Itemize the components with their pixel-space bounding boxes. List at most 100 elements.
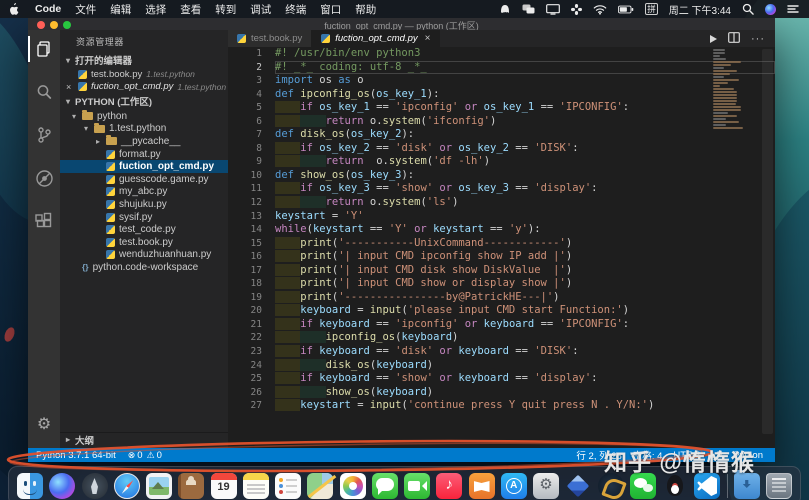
menu-clock[interactable]: 周二 下午3:44	[669, 2, 731, 17]
dock-siri-icon[interactable]	[49, 473, 76, 499]
dock-virtualbox-icon[interactable]	[565, 473, 591, 499]
dock-wechat-icon[interactable]	[629, 473, 656, 499]
messages-status-icon[interactable]	[522, 4, 535, 15]
debug-icon[interactable]	[33, 167, 55, 189]
dock-finder-icon[interactable]	[17, 473, 43, 499]
open-editor-item-0[interactable]: test.book.py 1.test.python	[60, 68, 228, 81]
code-line-6[interactable]: 6 return o.system('ifconfig')	[228, 114, 775, 129]
menu-item-7[interactable]: 窗口	[320, 2, 341, 17]
dock-contacts-icon[interactable]	[178, 473, 205, 499]
code-line-22[interactable]: 22 ipconfig_os(keyboard)	[228, 331, 775, 345]
code-line-11[interactable]: 11 if os_key_3 == 'show' or os_key_3 == …	[228, 182, 775, 196]
split-editor-icon[interactable]	[728, 30, 740, 48]
tree-item-12[interactable]: {} python.code-workspace	[60, 261, 228, 274]
python-interpreter-status[interactable]: Python 3.7.1 64-bit	[36, 450, 116, 461]
menu-item-6[interactable]: 终端	[285, 2, 306, 17]
outline-section[interactable]: ▸ 大纲	[60, 432, 228, 447]
menu-item-4[interactable]: 转到	[215, 2, 236, 17]
explorer-icon[interactable]	[28, 36, 55, 62]
code-line-24[interactable]: 24 disk_os(keyboard)	[228, 358, 775, 373]
code-line-2[interactable]: 2 #! _*_ coding: utf-8 _*_	[228, 61, 775, 75]
status-item-1[interactable]: 空格: 4	[633, 448, 663, 462]
dock-app-store-icon[interactable]	[500, 473, 527, 499]
tree-item-7[interactable]: shujuku.py	[60, 198, 228, 211]
menu-item-1[interactable]: 编辑	[110, 2, 131, 17]
code-line-25[interactable]: 25 if keyboard == 'show' or keyboard == …	[228, 372, 775, 386]
spotlight-search-icon[interactable]	[742, 3, 754, 15]
status-item-4[interactable]: Python	[733, 450, 763, 461]
tree-item-2[interactable]: ▸ __pycache__	[60, 135, 228, 148]
code-line-12[interactable]: 12 return o.system('ls')	[228, 196, 775, 210]
dock-system-preferences-icon[interactable]	[533, 473, 559, 499]
tree-item-8[interactable]: sysif.py	[60, 211, 228, 224]
siri-menu-icon[interactable]	[765, 3, 776, 15]
search-icon[interactable]	[33, 81, 55, 103]
status-item-0[interactable]: 行 2, 列 25	[576, 448, 621, 462]
code-line-18[interactable]: 18 print('| input CMD show or display sh…	[228, 277, 775, 291]
code-line-20[interactable]: 20 keyboard = input('please input CMD st…	[228, 304, 775, 318]
workspace-section[interactable]: ▾ PYTHON (工作区)	[60, 93, 228, 109]
dock-downloads-folder-icon[interactable]	[733, 470, 760, 499]
dock-music-icon[interactable]	[436, 473, 463, 499]
code-line-5[interactable]: 5 if os_key_1 == 'ipconfig' or os_key_1 …	[228, 101, 775, 115]
menu-item-2[interactable]: 选择	[145, 2, 166, 17]
code-line-21[interactable]: 21 if keyboard == 'ipconfig' or keyboard…	[228, 317, 775, 332]
tree-item-0[interactable]: ▾ python	[60, 110, 228, 123]
menu-item-0[interactable]: 文件	[75, 2, 96, 17]
dock-photos-icon[interactable]	[339, 473, 366, 499]
code-line-10[interactable]: 10 def show_os(os_key_3):	[228, 169, 775, 183]
status-item-3[interactable]: LF	[711, 450, 722, 461]
menu-app-name[interactable]: Code	[35, 3, 61, 15]
dock-facetime-icon[interactable]	[404, 473, 430, 499]
code-line-16[interactable]: 16 print('| input CMD ipconfig show IP a…	[228, 250, 775, 264]
notification-center-icon[interactable]	[787, 4, 799, 14]
open-editor-item-1[interactable]: × fuction_opt_cmd.py 1.test.python	[60, 81, 228, 94]
dock-safari-icon[interactable]	[113, 473, 140, 499]
editor-scrollbar[interactable]	[762, 49, 773, 434]
problems-status[interactable]: 0 0	[128, 450, 162, 461]
code-line-19[interactable]: 19 print('----------------by@PatrickHE--…	[228, 290, 775, 305]
code-line-17[interactable]: 17 print('| input CMD disk show DiskValu…	[228, 263, 775, 278]
dock-qq-icon[interactable]	[662, 473, 688, 499]
code-editor[interactable]: 1 #! /usr/bin/env python3 2 #! _*_ coding: …	[228, 47, 775, 448]
code-line-9[interactable]: 9 return o.system('df -lh')	[228, 155, 775, 169]
tree-item-6[interactable]: my_abc.py	[60, 186, 228, 199]
menu-item-8[interactable]: 帮助	[355, 2, 376, 17]
open-editors-section[interactable]: ▾ 打开的编辑器	[60, 52, 228, 68]
display-icon[interactable]	[546, 3, 561, 15]
code-line-8[interactable]: 8 if os_key_2 == 'disk' or os_key_2 == '…	[228, 141, 775, 156]
status-item-2[interactable]: UTF-8	[673, 450, 700, 461]
dock-preview-icon[interactable]	[146, 473, 172, 499]
tree-item-11[interactable]: wenduzhuanhuan.py	[60, 249, 228, 262]
input-method-badge[interactable]: 拼	[645, 3, 658, 15]
dock-maps-icon[interactable]	[307, 473, 334, 499]
window-title-bar[interactable]: fuction_opt_cmd.py — python (工作区)	[28, 18, 775, 31]
input-app-icon[interactable]	[499, 3, 511, 15]
dock-messages-icon[interactable]	[371, 473, 398, 499]
battery-icon[interactable]	[618, 5, 634, 14]
tree-item-9[interactable]: test_code.py	[60, 223, 228, 236]
dock-notes-icon[interactable]	[242, 473, 269, 499]
code-line-7[interactable]: 7 def disk_os(os_key_2):	[228, 128, 775, 142]
code-line-4[interactable]: 4 def ipconfig_os(os_key_1):	[228, 88, 775, 102]
tree-item-5[interactable]: guesscode.game.py	[60, 173, 228, 186]
manage-gear-icon[interactable]: ⚙	[37, 414, 51, 434]
code-line-3[interactable]: 3 import os as o	[228, 74, 775, 88]
tree-item-3[interactable]: format.py	[60, 148, 228, 161]
code-line-27[interactable]: 27 keystart = input('continue press Y qu…	[228, 399, 775, 413]
close-icon[interactable]: ×	[425, 33, 431, 44]
dock-launchpad-icon[interactable]	[81, 473, 108, 499]
close-icon[interactable]: ×	[66, 82, 74, 92]
tree-item-1[interactable]: ▾ 1.test.python	[60, 122, 228, 136]
dock-books-icon[interactable]	[468, 473, 495, 499]
menu-item-5[interactable]: 调试	[250, 2, 271, 17]
wifi-icon[interactable]	[593, 4, 607, 15]
source-control-icon[interactable]	[33, 124, 55, 146]
code-line-26[interactable]: 26 show_os(keyboard)	[228, 385, 775, 400]
apple-icon[interactable]	[10, 2, 21, 16]
more-actions-icon[interactable]: ···	[751, 33, 765, 44]
code-line-1[interactable]: 1 #! /usr/bin/env python3	[228, 47, 775, 61]
tab-0[interactable]: test.book.py	[228, 30, 313, 47]
menu-item-3[interactable]: 查看	[180, 2, 201, 17]
minimap[interactable]	[713, 49, 751, 129]
